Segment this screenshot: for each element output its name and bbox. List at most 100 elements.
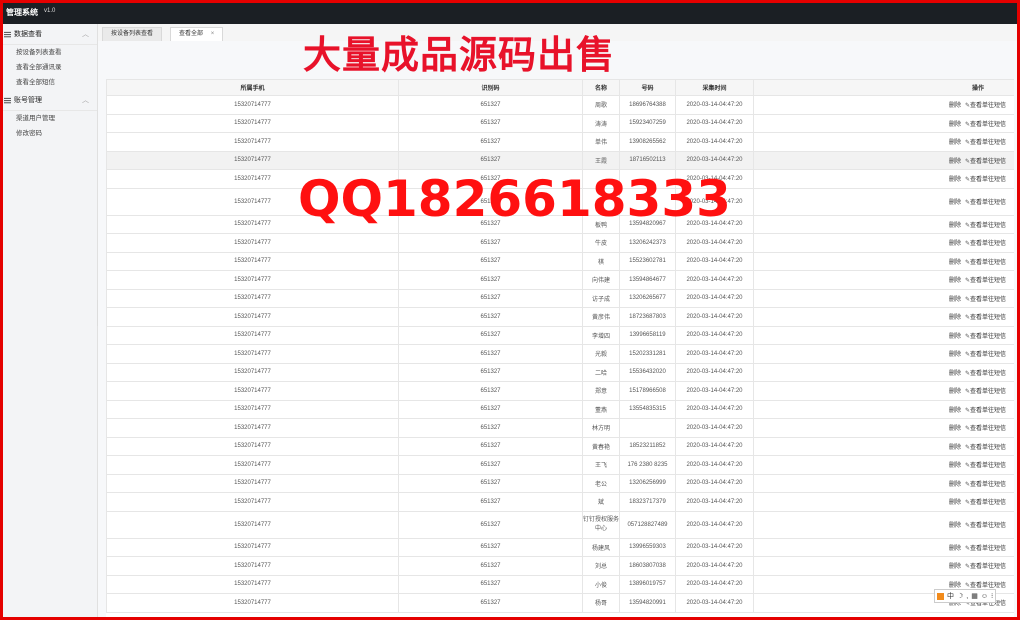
delete-button[interactable]: 删除	[949, 122, 961, 128]
cell-phone: 15320714777	[106, 288, 399, 308]
tab-label: 按设备列表查看	[111, 31, 154, 37]
cell-operations: 删除 ✎查看单往短信	[753, 362, 1014, 382]
delete-button[interactable]: 删除	[949, 315, 961, 321]
view-sms-button[interactable]: 查看单往短信	[970, 159, 1006, 165]
cell-number: 18696764388	[619, 95, 676, 115]
delete-button[interactable]: 删除	[949, 389, 961, 395]
app-title: 管理系统	[6, 8, 38, 17]
view-sms-button[interactable]: 查看单往短信	[970, 445, 1006, 451]
view-sms-button[interactable]: 查看单往短信	[970, 223, 1006, 229]
view-sms-button[interactable]: 查看单往短信	[970, 241, 1006, 247]
view-sms-button[interactable]: 查看单往短信	[970, 408, 1006, 414]
view-sms-button[interactable]: 查看单往短信	[970, 334, 1006, 340]
cell-phone: 15320714777	[106, 95, 399, 115]
view-sms-button[interactable]: 查看单往短信	[970, 523, 1006, 529]
delete-button[interactable]: 删除	[949, 564, 961, 570]
sidebar-item-all-contacts[interactable]: 查看全部通讯录	[0, 60, 97, 75]
app-version: v1.0	[44, 8, 56, 14]
delete-button[interactable]: 删除	[949, 200, 961, 206]
cell-name: 杨建风	[582, 537, 620, 557]
view-sms-button[interactable]: 查看单往短信	[970, 500, 1006, 506]
sidebar-item-device-list[interactable]: 按设备列表查看	[0, 45, 97, 60]
cell-number	[619, 418, 676, 438]
delete-button[interactable]: 删除	[949, 445, 961, 451]
cell-phone: 15320714777	[106, 510, 399, 539]
cell-name: 单伟	[582, 132, 620, 152]
cell-name: 小俊	[582, 574, 620, 594]
table-row: 15320714777 651327 涛涛 15923407259 2020-03-14…	[106, 113, 1014, 133]
cell-name: 王霞	[582, 150, 620, 170]
table-row: 15320714777 651327 郑意 15178966508 2020-03-14…	[106, 381, 1014, 401]
cell-operations: 删除 ✎查看单往短信	[753, 169, 1014, 189]
view-sms-button[interactable]: 查看单往短信	[970, 426, 1006, 432]
view-sms-button[interactable]: 查看单往短信	[970, 122, 1006, 128]
tab-device-list[interactable]: 按设备列表查看	[102, 27, 163, 41]
delete-button[interactable]: 删除	[949, 523, 961, 529]
delete-button[interactable]: 删除	[949, 482, 961, 488]
cell-name: 周歌	[582, 95, 620, 115]
cell-phone: 15320714777	[106, 455, 399, 475]
view-sms-button[interactable]: 查看单往短信	[970, 103, 1006, 109]
view-sms-button[interactable]: 查看单往短信	[970, 583, 1006, 589]
tab-view-all[interactable]: 查看全部 ×	[170, 27, 224, 41]
view-sms-button[interactable]: 查看单往短信	[970, 389, 1006, 395]
delete-button[interactable]: 删除	[949, 297, 961, 303]
cell-phone: 15320714777	[106, 251, 399, 271]
view-sms-button[interactable]: 查看单往短信	[970, 482, 1006, 488]
view-sms-button[interactable]: 查看单往短信	[970, 352, 1006, 358]
cell-operations: 删除 ✎查看单往短信	[753, 510, 1014, 539]
view-sms-button[interactable]: 查看单往短信	[970, 140, 1006, 146]
cell-device-code: 651327	[398, 344, 583, 364]
view-sms-button[interactable]: 查看单往短信	[970, 463, 1006, 469]
delete-button[interactable]: 删除	[949, 408, 961, 414]
column-header: 所属手机	[106, 79, 399, 96]
cell-number: 13896019757	[619, 574, 676, 594]
cell-device-code: 651327	[398, 556, 583, 576]
table-row: 15320714777 651327 王霞 18716502113 2020-03-14…	[106, 150, 1014, 170]
delete-button[interactable]: 删除	[949, 334, 961, 340]
cell-operations: 删除 ✎查看单往短信	[753, 270, 1014, 290]
cell-device-code: 651327	[398, 288, 583, 308]
view-sms-button[interactable]: 查看单往短信	[970, 177, 1006, 183]
sidebar-item-change-password[interactable]: 修改密码	[0, 126, 97, 141]
delete-button[interactable]: 删除	[949, 546, 961, 552]
close-icon[interactable]: ×	[211, 31, 215, 37]
delete-button[interactable]: 删除	[949, 260, 961, 266]
delete-button[interactable]: 删除	[949, 371, 961, 377]
sidebar-item-all-sms[interactable]: 查看全部短信	[0, 75, 97, 90]
delete-button[interactable]: 删除	[949, 426, 961, 432]
view-sms-button[interactable]: 查看单往短信	[970, 297, 1006, 303]
delete-button[interactable]: 删除	[949, 223, 961, 229]
view-sms-button[interactable]: 查看单往短信	[970, 546, 1006, 552]
delete-button[interactable]: 删除	[949, 583, 961, 589]
view-sms-button[interactable]: 查看单往短信	[970, 315, 1006, 321]
cell-operations: 删除 ✎查看单往短信	[753, 492, 1014, 512]
view-sms-button[interactable]: 查看单往短信	[970, 278, 1006, 284]
table-row: 15320714777 651327 杨哥 13594820991 2020-03-14…	[106, 593, 1014, 613]
table-row: 15320714777 651327 林方明 2020-03-14-04:47:20 删…	[106, 418, 1014, 438]
sidebar-item-channel-users[interactable]: 渠道用户管理	[0, 111, 97, 126]
delete-button[interactable]: 删除	[949, 177, 961, 183]
sidebar-group-data-view[interactable]: 数据查看 ︿	[0, 24, 97, 45]
cell-number: 13554835315	[619, 399, 676, 419]
delete-button[interactable]: 删除	[949, 500, 961, 506]
cell-time: 2020-03-14-04:47:20	[675, 473, 754, 493]
cell-number: 15523602781	[619, 251, 676, 271]
sidebar-group-account[interactable]: 账号管理 ︿	[0, 90, 97, 111]
view-sms-button[interactable]: 查看单往短信	[970, 371, 1006, 377]
cell-time: 2020-03-14-04:47:20	[675, 288, 754, 308]
ime-tray[interactable]: 中 ☽ , ▦ ☺ ⁝	[934, 589, 997, 603]
table-row: 15320714777 651327 黄春艳 18523211852 2020-03-1…	[106, 436, 1014, 456]
view-sms-button[interactable]: 查看单往短信	[970, 200, 1006, 206]
delete-button[interactable]: 删除	[949, 159, 961, 165]
view-sms-button[interactable]: 查看单往短信	[970, 260, 1006, 266]
delete-button[interactable]: 删除	[949, 463, 961, 469]
view-sms-button[interactable]: 查看单往短信	[970, 564, 1006, 570]
delete-button[interactable]: 删除	[949, 103, 961, 109]
cell-time: 2020-03-14-04:47:20	[675, 399, 754, 419]
delete-button[interactable]: 删除	[949, 140, 961, 146]
delete-button[interactable]: 删除	[949, 352, 961, 358]
delete-button[interactable]: 删除	[949, 278, 961, 284]
delete-button[interactable]: 删除	[949, 241, 961, 247]
cell-device-code: 651327	[398, 150, 583, 170]
